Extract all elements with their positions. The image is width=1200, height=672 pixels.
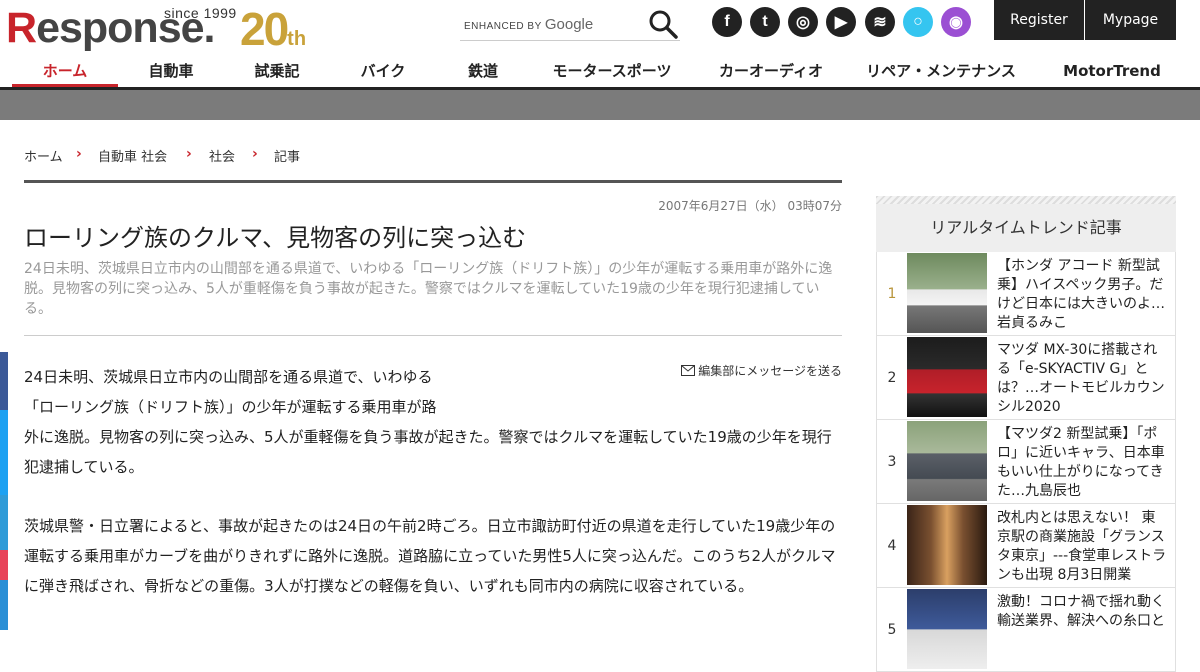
rss-icon[interactable]: ≋ <box>865 7 895 37</box>
paragraph-line: 24日未明、茨城県日立市内の山間部を通る県道で、いわゆる <box>24 368 433 386</box>
divider <box>24 335 842 336</box>
sidebar-stripe <box>876 196 1176 204</box>
trend-thumbnail[interactable] <box>907 589 987 669</box>
search-icon[interactable] <box>648 9 678 39</box>
main-nav: ホーム 自動車 試乗記 バイク 鉄道 モータースポーツ カーオーディオ リペア・… <box>0 56 1200 90</box>
nav-item-bike[interactable]: バイク <box>336 56 430 87</box>
logo-since: since 1999 <box>164 5 237 21</box>
mypage-button[interactable]: Mypage <box>1085 0 1176 40</box>
paragraph: 茨城県警・日立署によると、事故が起きたのは24日の午前2時ごろ。日立市諏訪町付近… <box>24 517 836 595</box>
trend-thumbnail[interactable] <box>907 505 987 585</box>
article-date: 2007年6月27日（水） 03時07分 <box>658 199 842 213</box>
breadcrumb-cars-society[interactable]: 自動車 社会 <box>98 146 167 165</box>
trend-rank: 1 <box>887 286 897 302</box>
nav-item-testdrive[interactable]: 試乗記 <box>230 56 324 87</box>
facebook-icon[interactable]: f <box>712 7 742 37</box>
trend-item[interactable]: 4 改札内とは思えない！ 東京駅の商業施設「グランスタ東京」---食堂車レストラン… <box>876 504 1176 588</box>
share-twitter[interactable] <box>0 410 8 495</box>
share-other[interactable] <box>0 580 8 630</box>
trend-thumbnail[interactable] <box>907 253 987 333</box>
paragraph-line: 「ローリング族（ドリフト族）」の少年が運転する乗用車が路 <box>24 398 437 416</box>
paragraph: 外に逸脱。見物客の列に突っ込み、5人が重軽傷を負う事故が起きた。警察ではクルマを… <box>24 428 832 476</box>
article-top-rule <box>24 180 842 183</box>
nav-item-caraudio[interactable]: カーオーディオ <box>708 56 834 87</box>
logo-anniversary: 20th <box>240 3 307 55</box>
share-pocket[interactable] <box>0 550 8 580</box>
trend-rank: 2 <box>887 370 897 386</box>
trend-list: 1 【ホンダ アコード 新型試乗】ハイスペック男子。だけど日本には大きいのよ…岩貞… <box>876 252 1176 672</box>
share-hatena[interactable] <box>0 495 8 550</box>
twitter-icon[interactable]: t <box>750 7 780 37</box>
search-box[interactable]: ENHANCED BY Google <box>460 8 680 41</box>
site-header: Response. since 1999 20th ENHANCED BY Go… <box>0 0 1200 56</box>
nav-item-motorsports[interactable]: モータースポーツ <box>540 56 684 87</box>
site-logo[interactable]: Response. since 1999 20th <box>0 2 320 55</box>
trend-item[interactable]: 1 【ホンダ アコード 新型試乗】ハイスペック男子。だけど日本には大きいのよ…岩貞… <box>876 252 1176 336</box>
message-editor-label: 編集部にメッセージを送る <box>698 364 842 378</box>
chevron-right-icon: › <box>76 146 82 162</box>
trend-thumbnail[interactable] <box>907 421 987 501</box>
breadcrumb-home[interactable]: ホーム <box>24 146 63 165</box>
trend-rank: 5 <box>887 622 897 638</box>
register-button[interactable]: Register <box>994 0 1084 40</box>
trend-item[interactable]: 5 激動！コロナ禍で揺れ動く輸送業界、解決への糸口と <box>876 588 1176 672</box>
youtube-icon[interactable]: ▶ <box>826 7 856 37</box>
trend-rank: 4 <box>887 538 897 554</box>
mail-icon <box>681 365 696 376</box>
message-editor-link[interactable]: 編集部にメッセージを送る <box>681 362 842 379</box>
nav-item-motortrend[interactable]: MotorTrend <box>1060 56 1164 87</box>
trend-title[interactable]: 【ホンダ アコード 新型試乗】ハイスペック男子。だけど日本には大きいのよ…岩貞る… <box>997 257 1169 333</box>
nav-item-repair[interactable]: リペア・メンテナンス <box>856 56 1026 87</box>
chevron-right-icon: › <box>252 146 258 162</box>
podcast-icon[interactable]: ◉ <box>941 7 971 37</box>
trend-item[interactable]: 2 マツダ MX-30に搭載される「e-SKYACTIV G」とは？…オートモビル… <box>876 336 1176 420</box>
nav-item-cars[interactable]: 自動車 <box>124 56 218 87</box>
breadcrumb-society[interactable]: 社会 <box>209 146 235 165</box>
alexa-icon[interactable]: ○ <box>903 7 933 37</box>
chevron-right-icon: › <box>186 146 192 162</box>
share-facebook[interactable] <box>0 352 8 410</box>
trend-rank: 3 <box>887 454 897 470</box>
ad-banner[interactable] <box>0 90 1200 120</box>
article-lead: 24日未明、茨城県日立市内の山間部を通る県道で、いわゆる「ローリング族（ドリフト… <box>24 261 833 317</box>
article-title: ローリング族のクルマ、見物客の列に突っ込む <box>24 224 527 252</box>
instagram-icon[interactable]: ◎ <box>788 7 818 37</box>
trend-item[interactable]: 3 【マツダ2 新型試乗】「ポロ」に近いキャラ、日本車もいい仕上がりになってきた…… <box>876 420 1176 504</box>
search-input[interactable]: ENHANCED BY Google <box>464 16 593 33</box>
trend-sidebar: リアルタイムトレンド記事 1 【ホンダ アコード 新型試乗】ハイスペック男子。だけ… <box>876 196 1176 672</box>
trend-title[interactable]: 【マツダ2 新型試乗】「ポロ」に近いキャラ、日本車もいい仕上がりになってきた…九… <box>997 425 1169 501</box>
trend-thumbnail[interactable] <box>907 337 987 417</box>
trend-title[interactable]: 改札内とは思えない！ 東京駅の商業施設「グランスタ東京」---食堂車レストランも… <box>997 509 1169 585</box>
nav-item-railway[interactable]: 鉄道 <box>436 56 530 87</box>
nav-item-home[interactable]: ホーム <box>12 56 118 87</box>
trend-title[interactable]: マツダ MX-30に搭載される「e-SKYACTIV G」とは？…オートモビルカ… <box>997 341 1169 417</box>
sidebar-title: リアルタイムトレンド記事 <box>876 204 1176 252</box>
trend-title[interactable]: 激動！コロナ禍で揺れ動く輸送業界、解決への糸口と <box>997 593 1169 669</box>
breadcrumb-article: 記事 <box>274 150 301 165</box>
